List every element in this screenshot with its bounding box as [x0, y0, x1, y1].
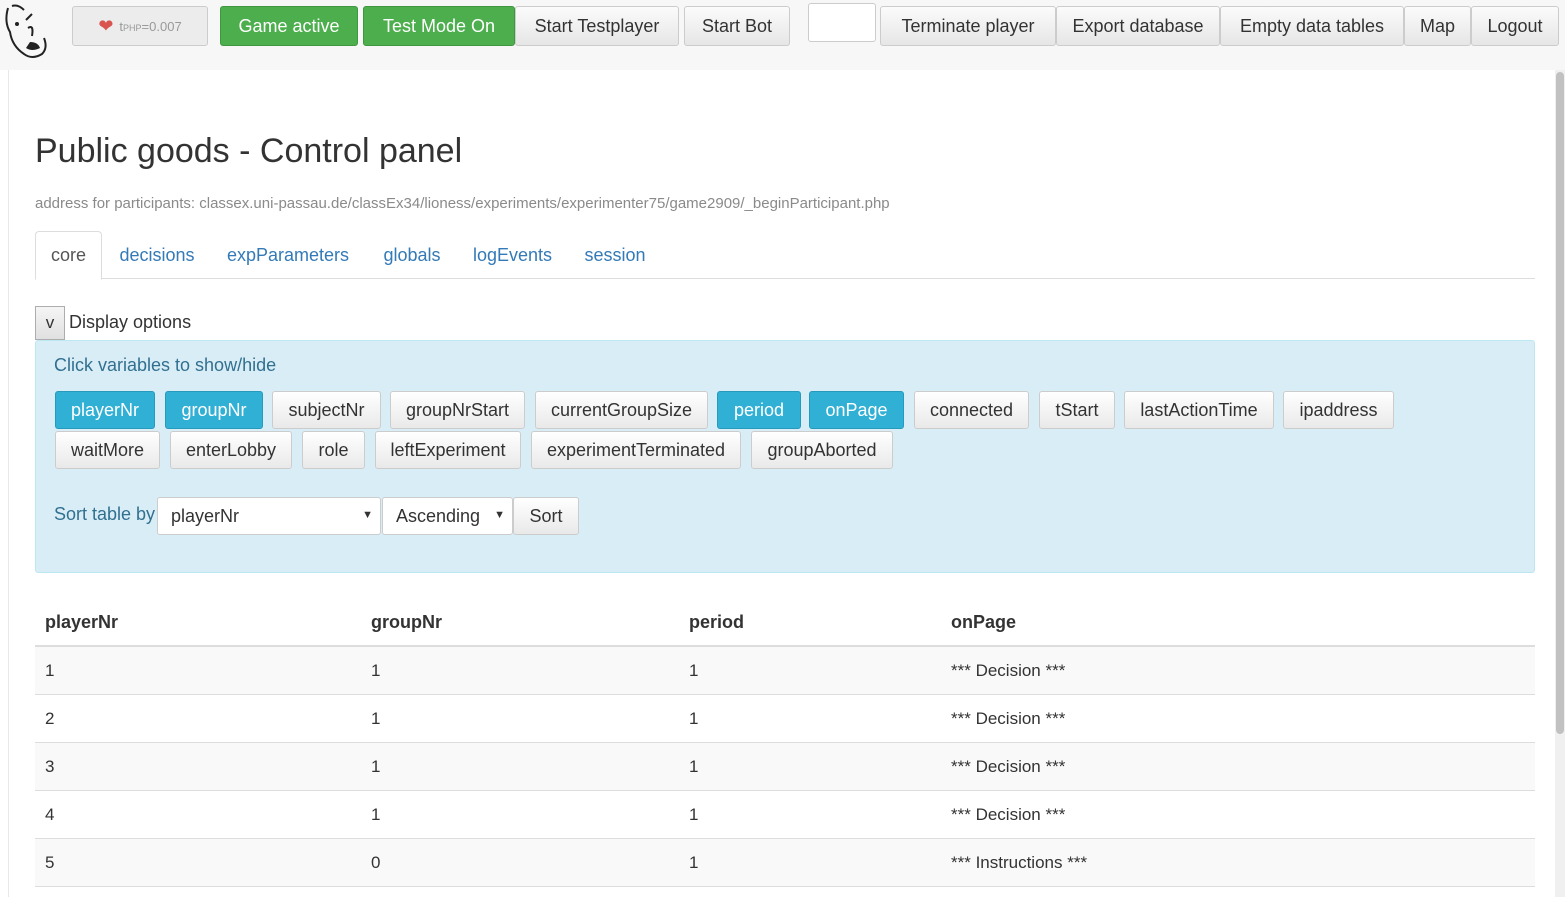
caret-down-icon: ▼ — [362, 509, 373, 521]
variable-toggle-lastactiontime[interactable]: lastActionTime — [1124, 391, 1274, 429]
panel-hint: Click variables to show/hide — [54, 355, 277, 375]
game-active-button[interactable]: Game active — [220, 6, 358, 46]
php-timing-indicator: ❤ tPHP=0.007 — [72, 6, 208, 46]
table-cell: 3 — [45, 756, 55, 776]
variable-toggle-onpage[interactable]: onPage — [809, 391, 904, 429]
terminate-player-button[interactable]: Terminate player — [880, 6, 1056, 46]
heart-icon: ❤ — [98, 15, 114, 36]
variable-toggle-enterlobby[interactable]: enterLobby — [170, 431, 292, 469]
map-button[interactable]: Map — [1404, 6, 1471, 46]
table-cell: 4 — [45, 804, 55, 824]
variable-toggle-period[interactable]: period — [717, 391, 801, 429]
display-options-panel: Click variables to show/hide playerNr gr… — [35, 340, 1535, 573]
participant-address: address for participants: classex.uni-pa… — [35, 195, 890, 212]
table-cell: 1 — [689, 708, 699, 728]
variable-toggle-ipaddress[interactable]: ipaddress — [1283, 391, 1394, 429]
tab-logevents[interactable]: logEvents — [465, 231, 560, 280]
variable-toggle-currentgroupsize[interactable]: currentGroupSize — [535, 391, 708, 429]
variable-toggle-connected[interactable]: connected — [914, 391, 1029, 429]
table-cell: 1 — [371, 756, 381, 776]
table-cell: 1 — [371, 708, 381, 728]
logout-button[interactable]: Logout — [1471, 6, 1559, 46]
table-row: 1 1 1 *** Decision *** — [35, 647, 1535, 695]
variable-toggle-waitmore[interactable]: waitMore — [55, 431, 160, 469]
top-toolbar: ❤ tPHP=0.007 Game active Test Mode On St… — [0, 0, 1565, 70]
tab-session[interactable]: session — [575, 231, 655, 280]
table-cell: 0 — [371, 852, 381, 872]
table-cell: 1 — [689, 804, 699, 824]
table-cell: 1 — [371, 660, 381, 680]
sort-order-select[interactable]: Ascending ▼ — [382, 497, 513, 535]
column-header[interactable]: onPage — [951, 600, 1016, 645]
scrollbar-thumb[interactable] — [1556, 72, 1564, 734]
table-cell: *** Decision *** — [951, 660, 1066, 680]
table-cell: *** Decision *** — [951, 756, 1066, 776]
table-cell: 2 — [45, 708, 55, 728]
table-tabs: core decisions expParameters globals log… — [35, 231, 1535, 280]
sort-button[interactable]: Sort — [513, 497, 579, 535]
column-header[interactable]: playerNr — [45, 600, 118, 645]
table-cell: 1 — [689, 660, 699, 680]
table-header: playerNr groupNr period onPage — [35, 600, 1535, 647]
empty-data-tables-button[interactable]: Empty data tables — [1220, 6, 1404, 46]
table-cell: *** Instructions *** — [951, 852, 1088, 872]
tab-globals[interactable]: globals — [373, 231, 451, 280]
sort-label: Sort table by — [54, 504, 156, 524]
lion-logo-icon — [5, 4, 47, 58]
start-testplayer-button[interactable]: Start Testplayer — [515, 6, 679, 46]
variable-toggle-groupnrstart[interactable]: groupNrStart — [390, 391, 525, 429]
table-cell: 1 — [45, 660, 55, 680]
variable-toggle-leftexperiment[interactable]: leftExperiment — [375, 431, 521, 469]
tab-decisions[interactable]: decisions — [107, 231, 207, 280]
table-row: 4 1 1 *** Decision *** — [35, 791, 1535, 839]
players-table: playerNr groupNr period onPage 1 1 1 ***… — [35, 600, 1535, 887]
display-options-toggle[interactable]: v — [35, 306, 65, 340]
content-border — [8, 70, 9, 897]
table-row: 5 0 1 *** Instructions *** — [35, 839, 1535, 887]
variable-toggle-role[interactable]: role — [302, 431, 365, 469]
column-header[interactable]: period — [689, 600, 744, 645]
export-database-button[interactable]: Export database — [1056, 6, 1220, 46]
caret-down-icon: ▼ — [494, 509, 505, 521]
table-cell: 1 — [371, 804, 381, 824]
table-row: 3 1 1 *** Decision *** — [35, 743, 1535, 791]
column-header[interactable]: groupNr — [371, 600, 442, 645]
variable-toggle-subjectnr[interactable]: subjectNr — [272, 391, 381, 429]
page-title: Public goods - Control panel — [35, 132, 463, 170]
variable-toggle-groupaborted[interactable]: groupAborted — [751, 431, 893, 469]
start-bot-button[interactable]: Start Bot — [684, 6, 790, 46]
sort-field-select[interactable]: playerNr ▼ — [157, 497, 381, 535]
table-cell: 1 — [689, 756, 699, 776]
table-cell: 5 — [45, 852, 55, 872]
variable-toggle-playernr[interactable]: playerNr — [55, 391, 155, 429]
variable-toggle-groupnr[interactable]: groupNr — [165, 391, 263, 429]
test-mode-button[interactable]: Test Mode On — [363, 6, 515, 46]
player-number-input[interactable] — [808, 3, 876, 42]
table-cell: *** Decision *** — [951, 804, 1066, 824]
table-row: 2 1 1 *** Decision *** — [35, 695, 1535, 743]
table-cell: *** Decision *** — [951, 708, 1066, 728]
table-cell: 1 — [689, 852, 699, 872]
tab-expparameters[interactable]: expParameters — [218, 231, 358, 280]
variable-toggle-tstart[interactable]: tStart — [1039, 391, 1115, 429]
tab-core[interactable]: core — [35, 231, 102, 280]
variable-toggle-experimentterminated[interactable]: experimentTerminated — [531, 431, 741, 469]
display-options-label: Display options — [69, 312, 192, 332]
